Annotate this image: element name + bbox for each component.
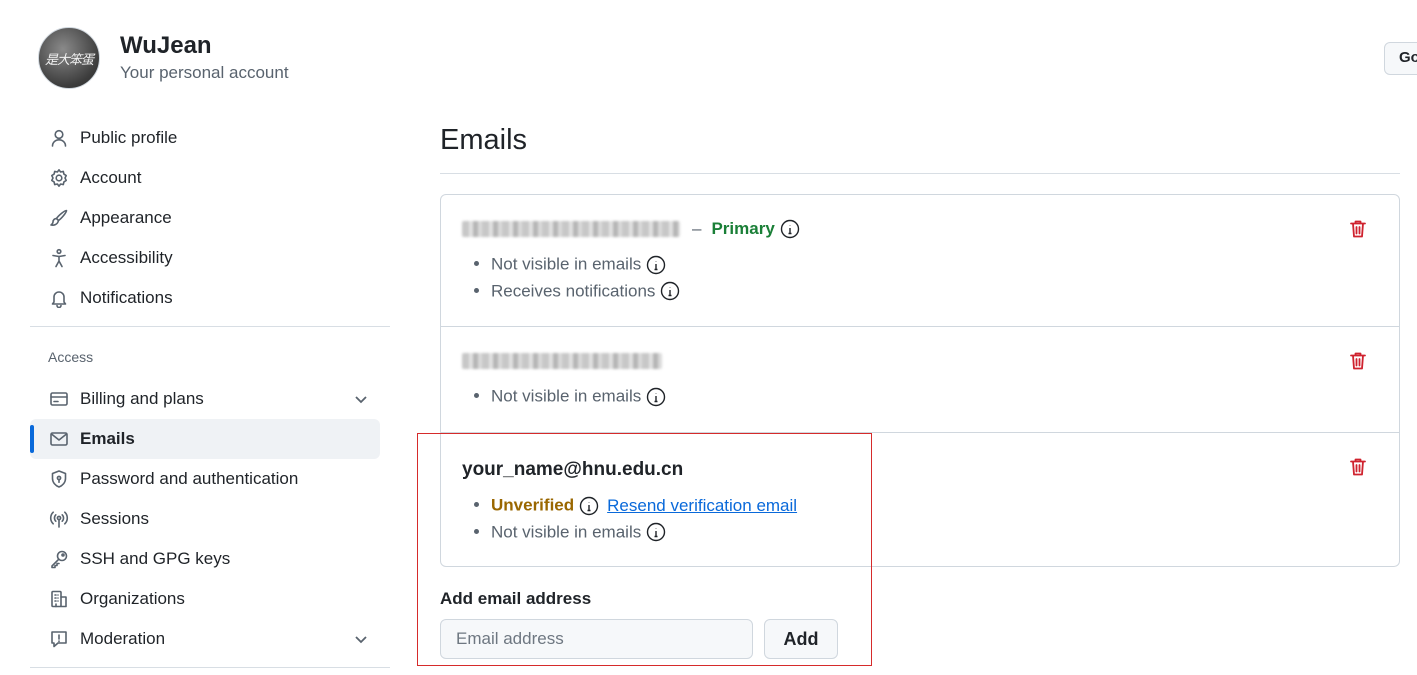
emails-settings-panel: Emails – Primary Not visible in emails R… [440,124,1400,659]
info-icon[interactable] [780,219,800,239]
settings-sidebar: Public profile Account Appearance Access… [30,118,390,675]
key-icon [48,548,70,570]
sidebar-divider [30,667,390,668]
sidebar-item-moderation[interactable]: Moderation [30,619,390,659]
sidebar-item-label: Sessions [80,509,149,528]
info-icon[interactable] [579,496,599,516]
info-icon[interactable] [646,387,666,407]
sidebar-item-label: SSH and GPG keys [80,549,231,568]
credit-card-icon [48,388,70,410]
visibility-text: Not visible in emails [491,522,642,542]
report-icon [48,628,70,650]
delete-email-button[interactable] [1349,219,1369,239]
list-item: Not visible in emails [491,251,1379,278]
info-icon[interactable] [646,255,666,275]
sidebar-item-accessibility[interactable]: Accessibility [30,238,390,278]
sidebar-item-organizations[interactable]: Organizations [30,579,390,619]
sidebar-item-label: Password and authentication [80,469,299,488]
bell-icon [48,287,70,309]
profile-header: 是大笨蛋 WuJean Your personal account [38,27,289,89]
sidebar-item-label: Account [80,168,142,187]
sidebar-section-heading: Access [48,349,94,365]
email-attributes: Not visible in emails [462,383,1379,410]
delete-email-button[interactable] [1349,351,1369,371]
sidebar-item-public-profile[interactable]: Public profile [30,118,390,158]
email-row-unverified: your_name@hnu.edu.cn Unverified Resend ve… [441,433,1399,566]
sidebar-item-appearance[interactable]: Appearance [30,198,390,238]
sidebar-item-label: Notifications [80,288,173,307]
avatar[interactable]: 是大笨蛋 [38,27,100,89]
visibility-text: Not visible in emails [491,254,642,274]
list-item: Not visible in emails [491,383,1379,410]
sidebar-item-label: Emails [80,429,135,448]
go-to-profile-button[interactable]: Go [1384,42,1417,75]
paintbrush-icon [48,207,70,229]
email-attributes: Not visible in emails Receives notificat… [462,251,1379,304]
email-address: your_name@hnu.edu.cn [462,459,684,480]
page-title: Emails [440,124,1400,174]
sidebar-item-label: Accessibility [80,248,173,267]
email-row-primary: – Primary Not visible in emails Receives… [441,195,1399,327]
visibility-text: Not visible in emails [491,386,642,406]
sidebar-item-ssh-gpg[interactable]: SSH and GPG keys [30,539,390,579]
email-attributes: Unverified Resend verification email Not … [462,492,1379,545]
shield-lock-icon [48,468,70,490]
add-email-label: Add email address [440,589,592,608]
mail-icon [48,428,70,450]
organization-icon [48,588,70,610]
info-icon[interactable] [660,281,680,301]
sidebar-item-label: Appearance [80,208,172,227]
sidebar-item-label: Organizations [80,589,185,608]
sidebar-item-account[interactable]: Account [30,158,390,198]
sidebar-divider [30,326,390,327]
email-list: – Primary Not visible in emails Receives… [440,194,1400,567]
sidebar-item-sessions[interactable]: Sessions [30,499,390,539]
avatar-text: 是大笨蛋 [44,52,94,68]
add-email-button[interactable]: Add [764,619,838,659]
delete-email-button[interactable] [1349,457,1369,477]
list-item: Receives notifications [491,278,1379,305]
resend-verification-link[interactable]: Resend verification email [607,496,797,515]
gear-icon [48,167,70,189]
sidebar-item-notifications[interactable]: Notifications [30,278,390,318]
sidebar-item-label: Moderation [80,629,166,648]
profile-subtitle: Your personal account [120,63,289,82]
unverified-badge: Unverified [491,495,575,515]
sidebar-item-billing[interactable]: Billing and plans [30,379,390,419]
chevron-down-icon[interactable] [352,630,370,648]
primary-badge: Primary [711,219,775,238]
broadcast-icon [48,508,70,530]
sidebar-item-label: Public profile [80,128,178,147]
info-icon[interactable] [646,522,666,542]
chevron-down-icon[interactable] [352,390,370,408]
redacted-email-address [462,221,680,237]
redacted-email-address [462,353,662,369]
sidebar-item-label: Billing and plans [80,389,204,408]
profile-name[interactable]: WuJean [120,31,289,61]
sidebar-item-emails[interactable]: Emails [30,419,380,459]
email-address-input[interactable] [440,619,753,659]
sidebar-item-password[interactable]: Password and authentication [30,459,390,499]
notifications-text: Receives notifications [491,281,656,301]
accessibility-icon [48,247,70,269]
list-item: Unverified Resend verification email [491,492,1379,519]
email-row-secondary: Not visible in emails [441,327,1399,433]
person-icon [48,127,70,149]
add-email-form: Add [440,619,1400,659]
list-item: Not visible in emails [491,519,1379,546]
primary-separator: – [692,219,702,238]
